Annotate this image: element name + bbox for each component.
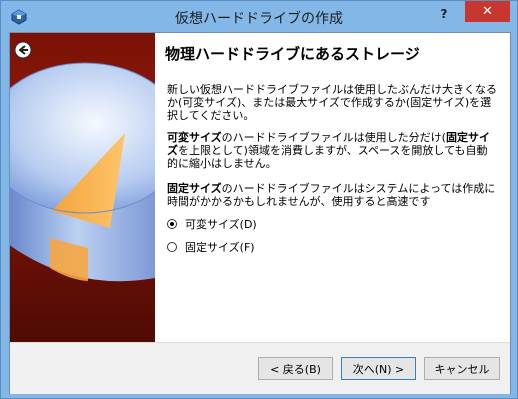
fixed-description: 固定サイズのハードドライブファイルはシステムによっては作成に時間がかかるかもしれ…: [167, 182, 497, 208]
intro-text: 新しい仮想ハードドライブファイルは使用したぶんだけ大きくなるか(可変サイズ)、ま…: [167, 83, 497, 122]
fixed-term: 固定サイズ: [167, 182, 222, 195]
back-button[interactable]: < 戻る(B): [258, 357, 333, 380]
wizard-content: 物理ハードドライブにあるストレージ 新しい仮想ハードドライブファイルは使用したぶ…: [155, 33, 510, 342]
radio-dynamic-label[interactable]: 可変サイズ(D): [185, 216, 257, 232]
button-bar: < 戻る(B) 次へ(N) > キャンセル: [10, 342, 510, 394]
wizard-body: 物理ハードドライブにあるストレージ 新しい仮想ハードドライブファイルは使用したぶ…: [9, 32, 511, 394]
radio-fixed-indicator[interactable]: [167, 242, 177, 252]
radio-fixed[interactable]: 固定サイズ(F): [167, 239, 255, 255]
hard-disk-illustration: [10, 62, 155, 282]
help-button[interactable]: ?: [434, 4, 454, 24]
page-heading: 物理ハードドライブにあるストレージ: [165, 45, 420, 63]
cancel-button[interactable]: キャンセル: [424, 357, 500, 380]
dynamic-description: 可変サイズのハードドライブファイルは使用した分だけ(固定サイズを上限として)領域…: [167, 131, 497, 170]
dynamic-text-1: のハードドライブファイルは使用した分だけ(: [221, 131, 446, 144]
close-icon: ✕: [482, 4, 493, 19]
radio-dynamic-indicator[interactable]: [167, 219, 177, 229]
dynamic-term: 可変サイズ: [167, 131, 222, 144]
radio-fixed-label[interactable]: 固定サイズ(F): [185, 239, 255, 255]
wizard-sidebar: [10, 33, 155, 342]
close-button[interactable]: ✕: [465, 1, 510, 22]
back-arrow-icon[interactable]: [14, 41, 32, 59]
next-button[interactable]: 次へ(N) >: [341, 357, 416, 380]
title-bar[interactable]: 仮想ハードドライブの作成 ? ✕: [1, 1, 517, 34]
dynamic-text-2: を上限として)領域を消費しますが、スペースを開放しても自動的に縮小はしません。: [167, 144, 488, 170]
radio-dynamic[interactable]: 可変サイズ(D): [167, 216, 257, 232]
dialog-window: 仮想ハードドライブの作成 ? ✕ 物理ハードドライブにあるストレージ 新しい仮想…: [0, 0, 518, 399]
